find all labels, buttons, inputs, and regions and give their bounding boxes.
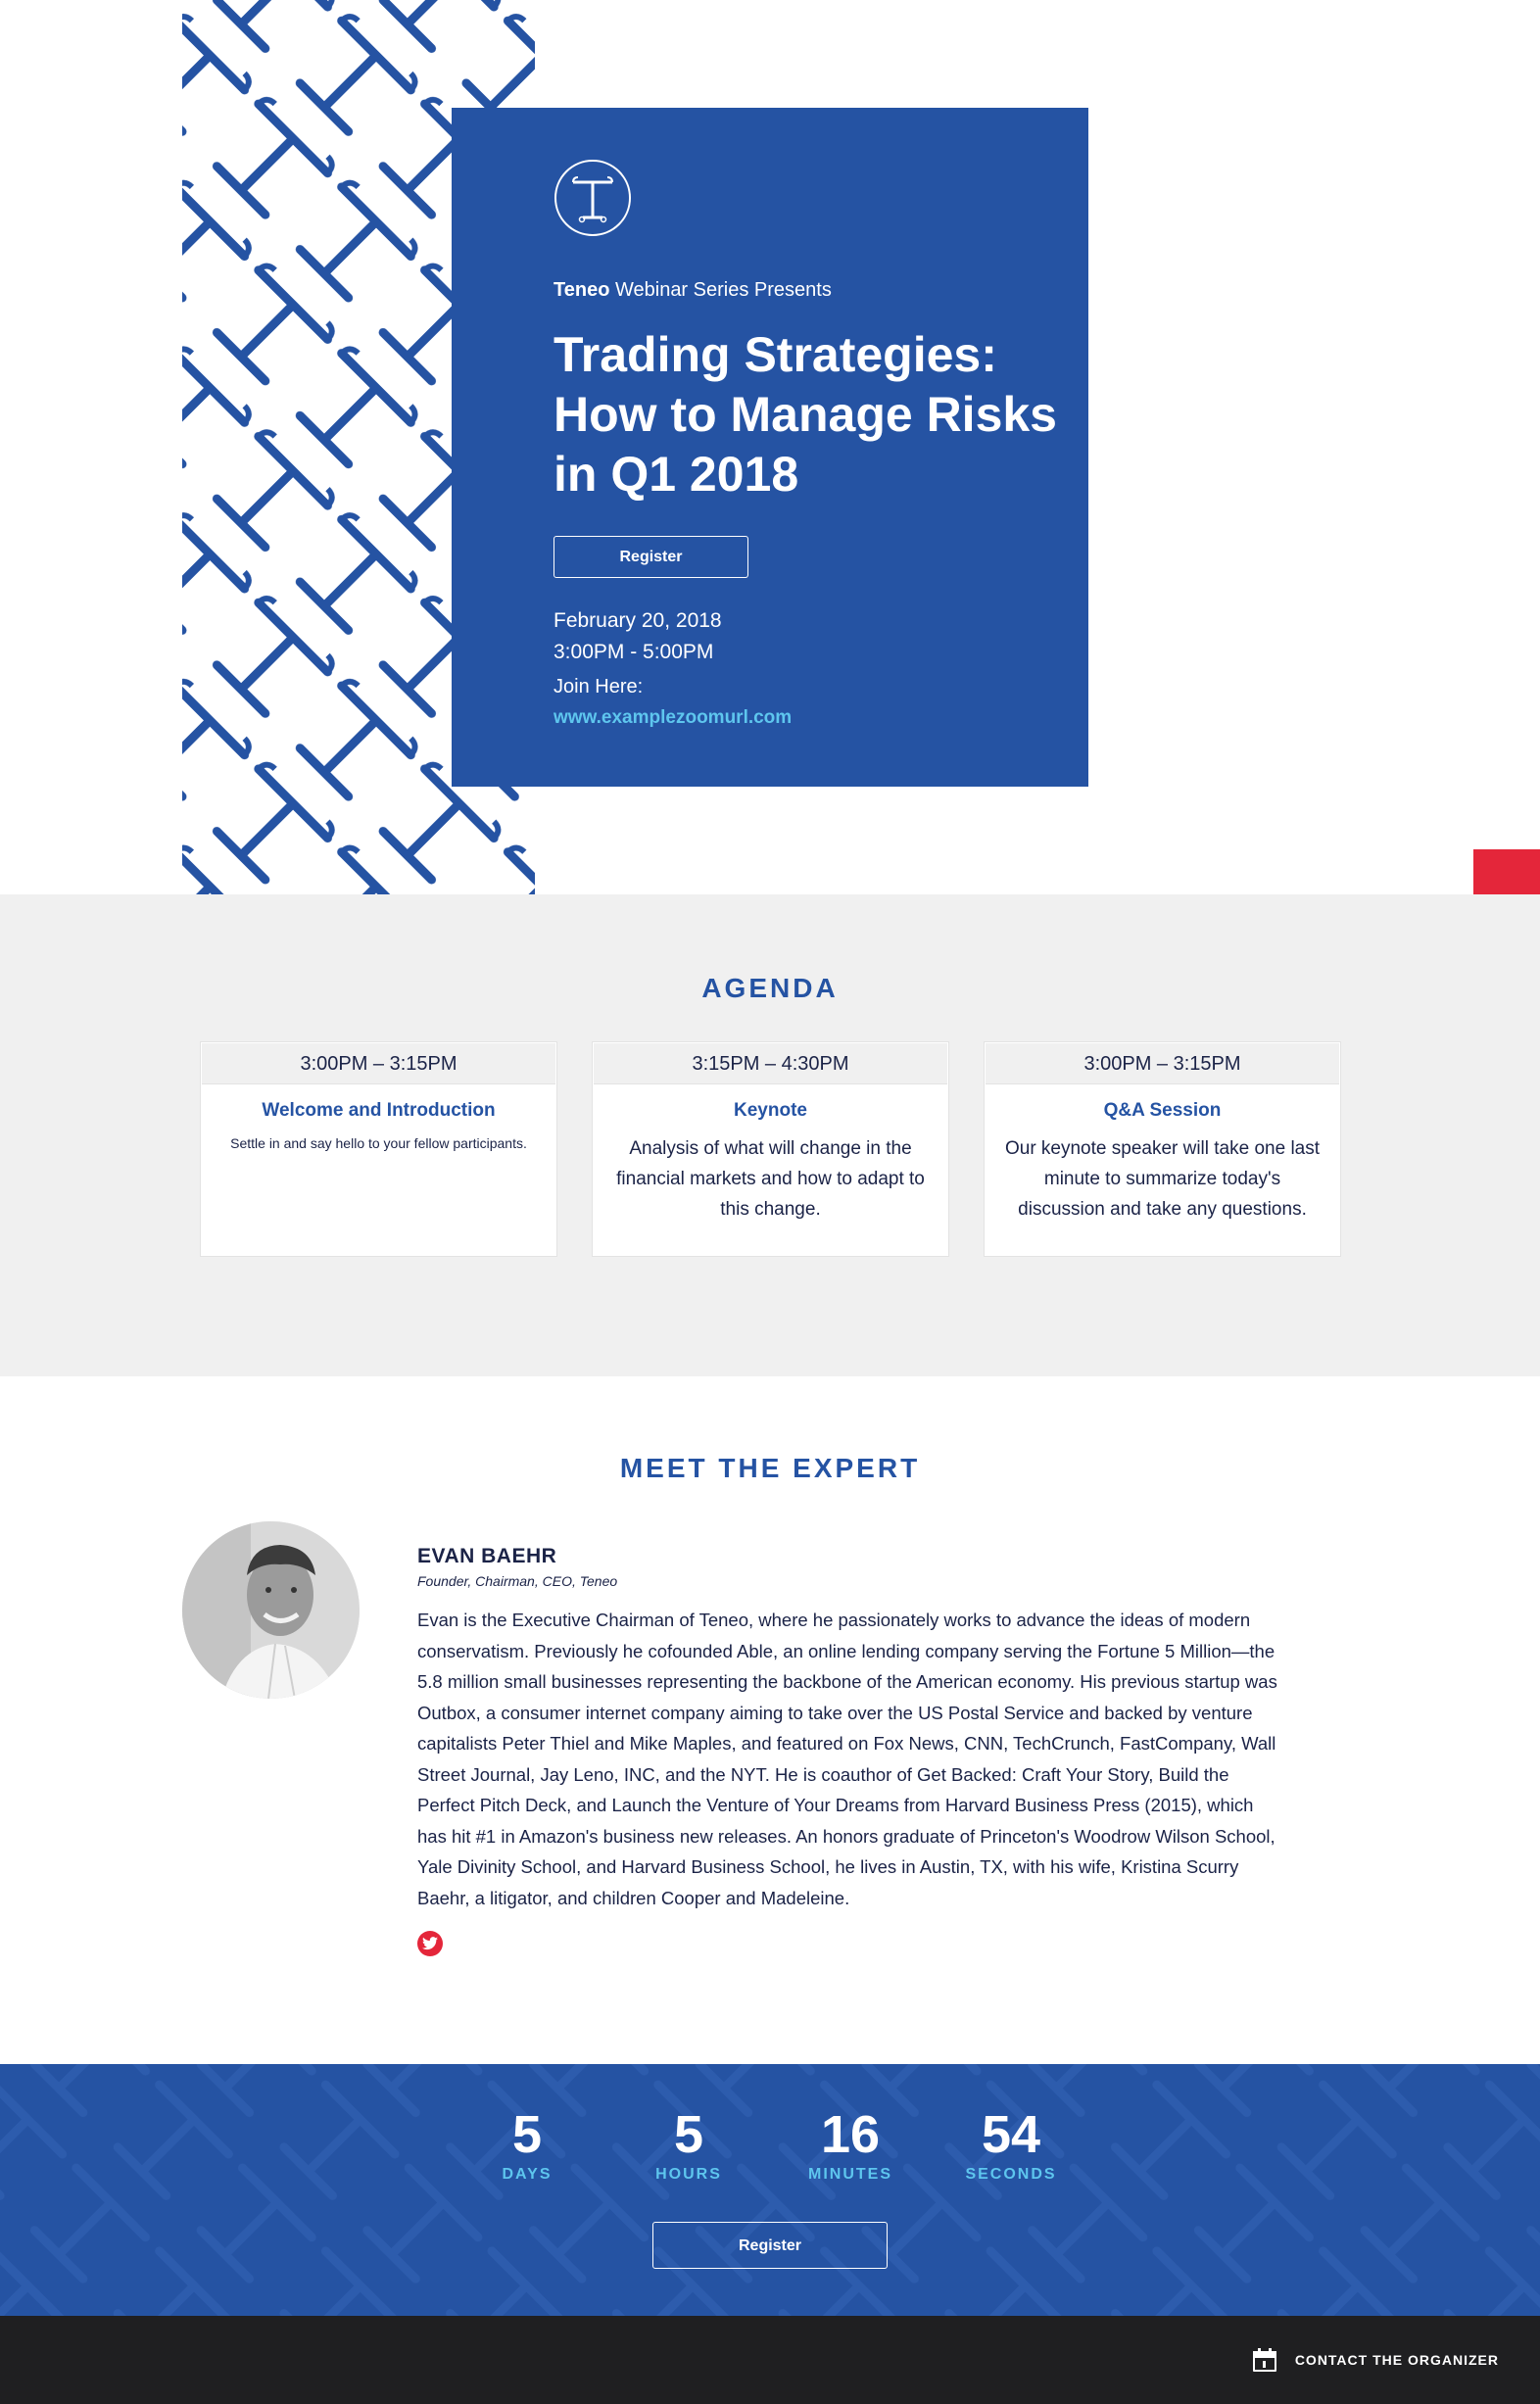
agenda-title: AGENDA (701, 973, 839, 1003)
expert-title: MEET THE EXPERT (619, 1453, 921, 1483)
countdown-background-pattern (0, 2064, 1540, 2316)
agenda-time: 3:15PM – 4:30PM (594, 1043, 947, 1084)
agenda-time: 3:00PM – 3:15PM (986, 1043, 1339, 1084)
event-date: February 20, 2018 (553, 609, 722, 632)
agenda-heading: Q&A Session (1103, 1100, 1222, 1121)
expert-role: Founder, Chairman, CEO, Teneo (417, 1573, 618, 1589)
contact-organizer-label: CONTACT THE ORGANIZER (1294, 2352, 1499, 2368)
countdown-days: 5 DAYS (468, 2105, 586, 2184)
countdown-minutes: 16 MINUTES (792, 2105, 909, 2184)
countdown-register-button[interactable]: Register (652, 2222, 888, 2269)
countdown-label: DAYS (502, 2166, 553, 2183)
join-label: Join Here: (553, 676, 644, 697)
agenda-heading: Keynote (734, 1100, 807, 1121)
event-title: Trading Strategies: How to Manage Risks … (553, 325, 1063, 505)
countdown-value: 54 (981, 2105, 1041, 2164)
title-line: How to Manage Risks (553, 387, 1057, 442)
countdown-section: 5 DAYS 5 HOURS 16 MINUTES 54 SECONDS Reg… (0, 2064, 1540, 2316)
calendar-icon (1252, 2348, 1276, 2372)
countdown-label: SECONDS (965, 2166, 1057, 2183)
countdown-value: 5 (673, 2105, 704, 2164)
title-line: in Q1 2018 (553, 447, 799, 502)
countdown-label: MINUTES (808, 2166, 892, 2183)
agenda-card-welcome: 3:00PM – 3:15PM Welcome and Introduction… (200, 1041, 557, 1257)
series-presents: Teneo Webinar Series Presents (553, 279, 832, 302)
agenda-time: 3:00PM – 3:15PM (202, 1043, 555, 1084)
hero-register-button[interactable]: Register (553, 536, 748, 578)
agenda-card-keynote: 3:15PM – 4:30PM Keynote Analysis of what… (592, 1041, 949, 1257)
brand-name: Teneo (553, 279, 610, 301)
event-datetime: February 20, 2018 3:00PM - 5:00PM (553, 605, 722, 668)
event-time: 3:00PM - 5:00PM (553, 641, 714, 663)
footer: CONTACT THE ORGANIZER (0, 2316, 1540, 2404)
expert-section: MEET THE EXPERT EVAN BAEHR Founder, Chai… (0, 1376, 1540, 2064)
presents-text: Webinar Series Presents (614, 279, 832, 301)
contact-organizer-button[interactable]: CONTACT THE ORGANIZER (1252, 2347, 1499, 2373)
title-line: Trading Strategies: (553, 327, 997, 382)
teneo-logo-icon (553, 159, 632, 237)
expert-name: EVAN BAEHR (417, 1545, 557, 1567)
agenda-heading: Welcome and Introduction (262, 1100, 496, 1121)
countdown-value: 5 (511, 2105, 543, 2164)
side-tab[interactable] (1473, 849, 1540, 894)
agenda-description: Our keynote speaker will take one last m… (1004, 1138, 1321, 1220)
twitter-icon[interactable] (417, 1931, 443, 1956)
join-url-link[interactable]: www.examplezoomurl.com (553, 707, 792, 729)
hero-section: Teneo Webinar Series Presents Trading St… (0, 0, 1540, 894)
countdown-seconds: 54 SECONDS (952, 2105, 1070, 2184)
countdown-label: HOURS (655, 2166, 722, 2183)
agenda-description: Analysis of what will change in the fina… (616, 1138, 925, 1220)
hero-card: Teneo Webinar Series Presents Trading St… (452, 108, 1088, 787)
agenda-section: AGENDA 3:00PM – 3:15PM Welcome and Intro… (0, 894, 1540, 1376)
countdown-hours: 5 HOURS (630, 2105, 747, 2184)
expert-avatar (182, 1521, 360, 1699)
expert-bio: Evan is the Executive Chairman of Teneo,… (417, 1610, 1277, 1908)
countdown-value: 16 (820, 2105, 881, 2164)
agenda-card-qa: 3:00PM – 3:15PM Q&A Session Our keynote … (984, 1041, 1341, 1257)
agenda-description: Settle in and say hello to your fellow p… (230, 1135, 527, 1151)
